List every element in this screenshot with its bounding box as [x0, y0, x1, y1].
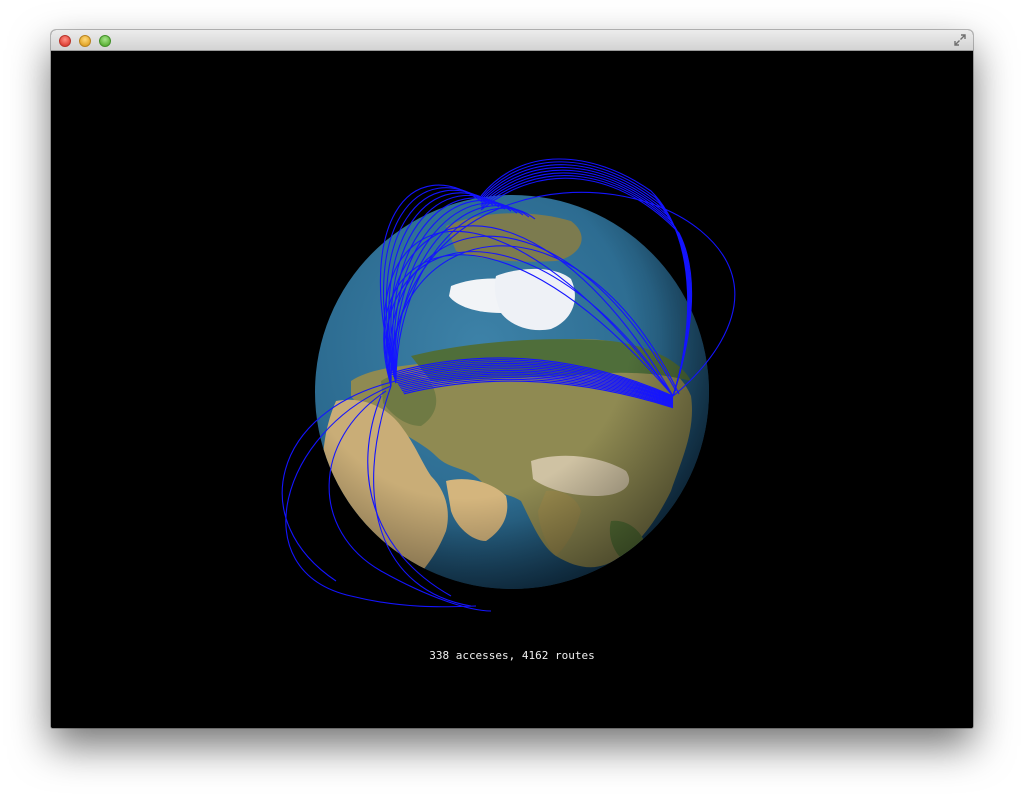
zoom-button[interactable]	[99, 35, 111, 47]
globe-scene[interactable]	[51, 51, 973, 728]
title-bar[interactable]	[51, 30, 973, 51]
fullscreen-icon[interactable]	[953, 33, 967, 47]
app-window: 338 accesses, 4162 routes	[51, 30, 973, 728]
globe-viewport[interactable]: 338 accesses, 4162 routes	[51, 51, 973, 728]
minimize-button[interactable]	[79, 35, 91, 47]
close-button[interactable]	[59, 35, 71, 47]
status-text: 338 accesses, 4162 routes	[429, 649, 595, 662]
